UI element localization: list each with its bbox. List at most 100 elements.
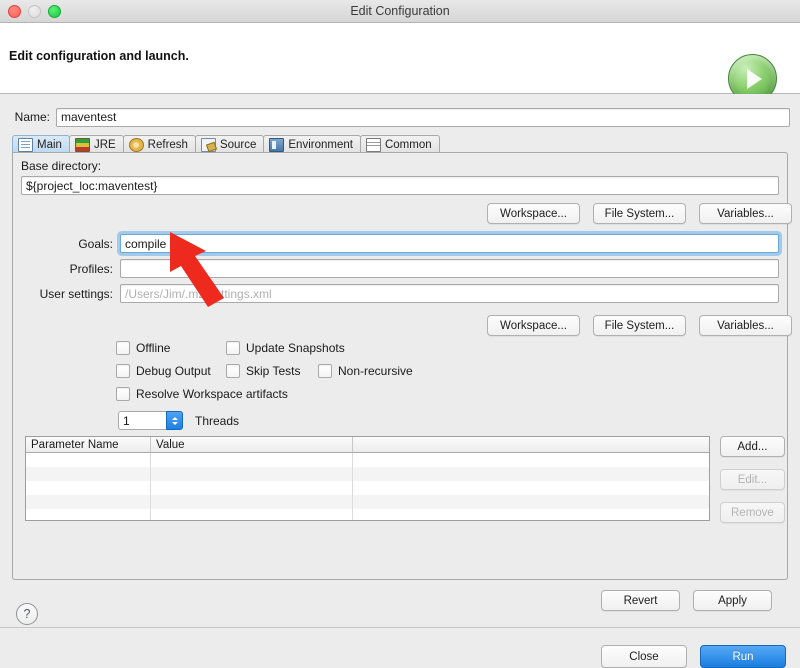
checkbox-box-update-snapshots <box>226 341 240 355</box>
remove-parameter-button: Remove <box>720 502 785 523</box>
base-directory-buttons: Workspace... File System... Variables... <box>487 203 792 224</box>
name-input[interactable]: maventest <box>56 107 790 127</box>
threads-row: 1 Threads <box>118 411 239 430</box>
checkbox-skip-tests[interactable]: Skip Tests <box>226 364 318 378</box>
footer-divider <box>0 627 800 628</box>
chevron-down-icon <box>171 421 178 425</box>
table-row[interactable] <box>26 481 709 495</box>
tab-main-label: Main <box>37 138 62 151</box>
checkbox-skip-tests-label: Skip Tests <box>246 364 301 378</box>
tab-refresh[interactable]: Refresh <box>122 135 196 153</box>
checkbox-debug-output-label: Debug Output <box>136 364 211 378</box>
tab-common-label: Common <box>384 138 432 151</box>
footer-buttons: Close Run <box>601 645 786 668</box>
checkbox-box-debug-output <box>116 364 130 378</box>
main-tab-panel: Base directory: ${project_loc:maventest}… <box>12 152 792 580</box>
tab-jre-label: JRE <box>93 138 116 151</box>
column-header-extra[interactable] <box>353 437 709 452</box>
chevron-up-icon <box>171 416 178 420</box>
column-header-parameter-name[interactable]: Parameter Name <box>26 437 151 452</box>
table-row[interactable] <box>26 495 709 509</box>
user-settings-input[interactable]: /Users/Jim/.m2/settings.xml <box>120 284 779 303</box>
settings-filesystem-button[interactable]: File System... <box>593 315 686 336</box>
tab-main[interactable]: Main <box>12 135 70 153</box>
profiles-row: Profiles: <box>21 259 779 278</box>
checkbox-offline[interactable]: Offline <box>116 341 226 355</box>
common-icon <box>365 137 381 152</box>
refresh-icon <box>128 137 144 152</box>
user-settings-row: User settings: /Users/Jim/.m2/settings.x… <box>21 284 779 303</box>
tab-source[interactable]: Source <box>194 135 265 153</box>
name-row: Name: maventest <box>10 107 790 127</box>
checkbox-resolve-workspace-artifacts-label: Resolve Workspace artifacts <box>136 387 288 401</box>
settings-variables-button[interactable]: Variables... <box>699 315 792 336</box>
document-icon <box>18 137 33 152</box>
checkbox-row-3: Resolve Workspace artifacts <box>116 387 288 401</box>
threads-input[interactable]: 1 <box>118 411 166 430</box>
base-directory-row: ${project_loc:maventest} <box>21 176 779 195</box>
goals-label: Goals: <box>78 236 113 251</box>
tab-environment[interactable]: Environment <box>263 135 361 153</box>
name-label: Name: <box>14 110 50 124</box>
table-row[interactable] <box>26 509 709 520</box>
table-row[interactable] <box>26 453 709 467</box>
checkbox-row-1: Offline Update Snapshots <box>116 341 345 355</box>
profiles-label: Profiles: <box>69 261 113 276</box>
goals-input[interactable]: compile <box>120 234 779 253</box>
settings-workspace-button[interactable]: Workspace... <box>487 315 580 336</box>
profiles-input[interactable] <box>120 259 779 278</box>
checkbox-box-offline <box>116 341 130 355</box>
revert-apply-buttons: Revert Apply <box>601 590 772 611</box>
help-question-icon[interactable]: ? <box>16 603 38 625</box>
base-variables-button[interactable]: Variables... <box>699 203 792 224</box>
checkbox-non-recursive-label: Non-recursive <box>338 364 413 378</box>
user-settings-buttons: Workspace... File System... Variables... <box>487 315 792 336</box>
edit-configuration-window: Edit Configuration Edit configuration an… <box>0 0 800 668</box>
add-parameter-button[interactable]: Add... <box>720 436 785 457</box>
table-buttons: Add... Edit... Remove <box>720 436 785 523</box>
checkbox-box-resolve-workspace-artifacts <box>116 387 130 401</box>
base-filesystem-button[interactable]: File System... <box>593 203 686 224</box>
checkbox-row-2: Debug Output Skip Tests Non-recursive <box>116 364 413 378</box>
play-triangle-icon <box>747 68 762 89</box>
parameter-table-area: Parameter Name Value Add... Edit... Remo… <box>13 431 787 531</box>
close-button[interactable]: Close <box>601 645 687 668</box>
apply-button[interactable]: Apply <box>693 590 772 611</box>
checkbox-debug-output[interactable]: Debug Output <box>116 364 226 378</box>
revert-button[interactable]: Revert <box>601 590 680 611</box>
base-directory-input[interactable]: ${project_loc:maventest} <box>21 176 779 195</box>
base-workspace-button[interactable]: Workspace... <box>487 203 580 224</box>
base-directory-label-row: Base directory: <box>21 159 101 173</box>
threads-stepper-buttons[interactable] <box>166 411 183 430</box>
checkbox-resolve-workspace-artifacts[interactable]: Resolve Workspace artifacts <box>116 387 288 401</box>
threads-label: Threads <box>195 413 240 428</box>
parameter-table[interactable]: Parameter Name Value <box>25 436 710 521</box>
source-icon <box>200 137 216 152</box>
checkbox-non-recursive[interactable]: Non-recursive <box>318 364 413 378</box>
jre-books-icon <box>74 137 90 152</box>
tab-common[interactable]: Common <box>359 135 440 153</box>
tab-refresh-label: Refresh <box>147 138 188 151</box>
checkbox-box-skip-tests <box>226 364 240 378</box>
tab-jre[interactable]: JRE <box>68 135 124 153</box>
column-header-value[interactable]: Value <box>151 437 353 452</box>
tab-source-label: Source <box>219 138 257 151</box>
edit-parameter-button: Edit... <box>720 469 785 490</box>
run-button[interactable]: Run <box>700 645 786 668</box>
tab-environment-label: Environment <box>288 138 353 151</box>
threads-stepper[interactable]: 1 <box>118 411 183 430</box>
checkbox-update-snapshots-label: Update Snapshots <box>246 341 345 355</box>
environment-icon <box>269 137 285 152</box>
title-bar: Edit Configuration <box>0 0 800 23</box>
dialog-body: Name: maventest Main JRE Refresh Source <box>0 94 800 668</box>
base-directory-label: Base directory: <box>21 159 102 173</box>
dialog-header: Edit configuration and launch. <box>0 23 800 103</box>
header-title: Edit configuration and launch. <box>9 49 189 63</box>
goals-row: Goals: compile <box>21 234 779 253</box>
table-row[interactable] <box>26 467 709 481</box>
window-title: Edit Configuration <box>350 4 450 18</box>
checkbox-update-snapshots[interactable]: Update Snapshots <box>226 341 345 355</box>
checkbox-offline-label: Offline <box>136 341 171 355</box>
user-settings-label: User settings: <box>39 286 113 301</box>
table-header-row: Parameter Name Value <box>26 437 709 453</box>
